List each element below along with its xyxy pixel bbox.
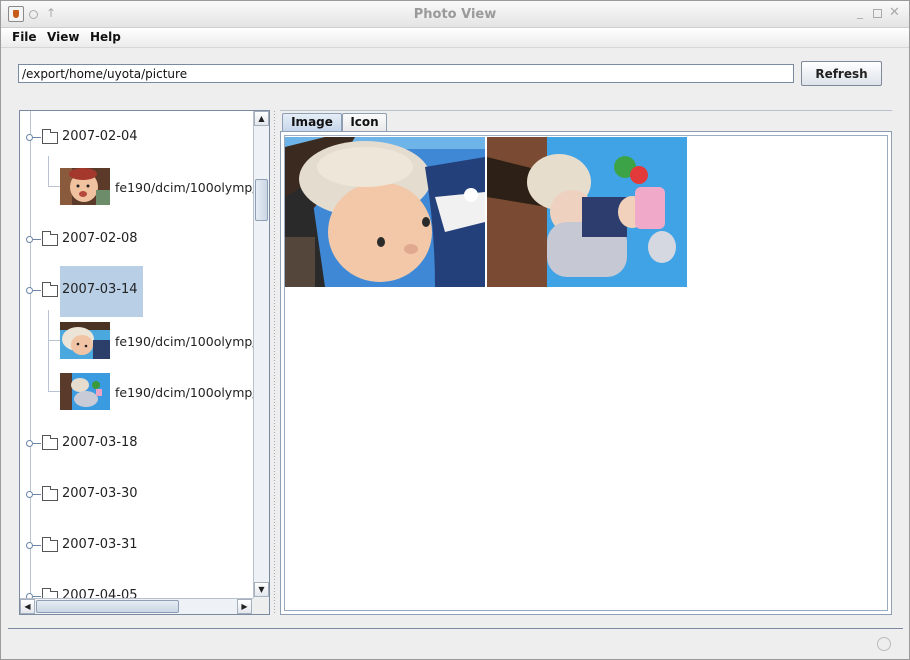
folder-tree[interactable]: 2007-02-04 fe190/dcim/100olymp/ 2007-02-…: [20, 111, 253, 598]
folder-icon: [42, 435, 58, 450]
photo-baby-hat[interactable]: [285, 137, 485, 287]
tree-leaf-label[interactable]: fe190/dcim/100olymp/: [115, 334, 253, 349]
menu-file[interactable]: File: [12, 30, 37, 44]
expand-handle-icon[interactable]: [26, 236, 33, 243]
busy-indicator-icon: [877, 637, 891, 651]
minimize-icon[interactable]: _: [857, 5, 863, 19]
tree-leaf-label[interactable]: fe190/dcim/100olymp/: [115, 180, 253, 195]
tree-vertical-scrollbar[interactable]: ▲ ▼: [253, 111, 269, 598]
expand-handle-icon[interactable]: [26, 134, 33, 141]
photo-thumbnail[interactable]: [60, 373, 110, 410]
folder-icon: [42, 486, 58, 501]
split-pane-divider[interactable]: [273, 110, 277, 615]
tree-node-label[interactable]: 2007-03-14: [62, 282, 138, 297]
maximize-icon[interactable]: [873, 9, 882, 18]
folder-tree-panel[interactable]: 2007-02-04 fe190/dcim/100olymp/ 2007-02-…: [19, 110, 270, 615]
photo-thumbnail[interactable]: [60, 322, 110, 359]
photo-view-window: ↑ Photo View _ ✕ File View Help Refresh …: [0, 0, 910, 660]
tree-node-label[interactable]: 2007-03-18: [62, 435, 138, 450]
menu-help[interactable]: Help: [90, 30, 121, 44]
tree-node-label[interactable]: 2007-02-08: [62, 231, 138, 246]
tab-icon[interactable]: Icon: [342, 113, 387, 132]
expand-handle-icon[interactable]: [26, 287, 33, 294]
scroll-down-icon[interactable]: ▼: [254, 582, 269, 597]
folder-icon: [42, 129, 58, 144]
tree-node-label[interactable]: 2007-02-04: [62, 129, 138, 144]
expand-handle-icon[interactable]: [26, 440, 33, 447]
photo-thumbnail[interactable]: [60, 168, 110, 205]
vertical-scroll-thumb[interactable]: [255, 179, 268, 221]
close-icon[interactable]: ✕: [889, 5, 900, 20]
expand-handle-icon[interactable]: [26, 542, 33, 549]
folder-icon: [42, 537, 58, 552]
scroll-right-icon[interactable]: ▶: [237, 599, 252, 614]
image-view-panel: [280, 131, 892, 615]
folder-icon: [42, 231, 58, 246]
tab-image[interactable]: Image: [282, 113, 342, 132]
scroll-left-icon[interactable]: ◀: [20, 599, 35, 614]
tree-node-label[interactable]: 2007-03-30: [62, 486, 138, 501]
image-canvas[interactable]: [284, 135, 888, 611]
tree-node-label[interactable]: 2007-03-31: [62, 537, 138, 552]
scroll-up-icon[interactable]: ▲: [254, 111, 269, 126]
tree-node-label[interactable]: 2007-04-05: [62, 588, 138, 598]
folder-icon: [42, 282, 58, 297]
tree-leaf-label[interactable]: fe190/dcim/100olymp/: [115, 385, 253, 400]
window-title: Photo View: [413, 7, 497, 22]
menu-view[interactable]: View: [47, 30, 79, 44]
tree-guide-line: [30, 111, 31, 598]
expand-handle-icon[interactable]: [26, 491, 33, 498]
tree-horizontal-scrollbar[interactable]: ◀ ▶: [20, 598, 253, 614]
path-input[interactable]: [18, 64, 794, 83]
photo-baby-toy[interactable]: [487, 137, 687, 287]
horizontal-scroll-thumb[interactable]: [36, 600, 179, 613]
folder-icon: [42, 588, 58, 598]
title-bar[interactable]: ↑ Photo View _ ✕: [1, 1, 909, 28]
menu-bar: File View Help: [1, 28, 909, 48]
refresh-button[interactable]: Refresh: [801, 61, 882, 86]
